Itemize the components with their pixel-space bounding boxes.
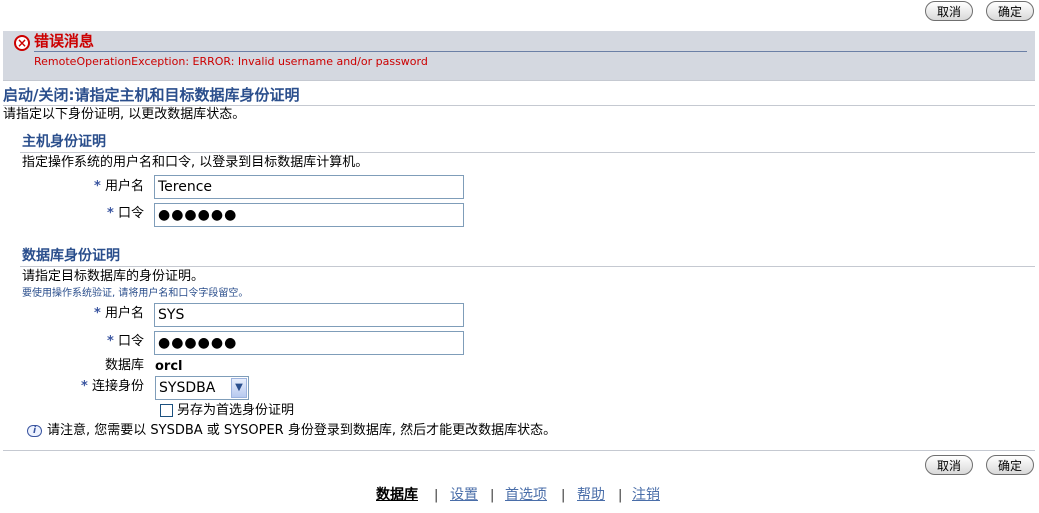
page-title: 启动/关闭:请指定主机和目标数据库身份证明 [3,86,300,104]
ok-button-top[interactable]: 确定 [986,1,1034,21]
connect-as-label: * 连接身份 [60,378,144,396]
required-mark: * [94,306,101,321]
db-note: 请注意, 您需要以 SYSDBA 或 SYSOPER 身份登录到数据库, 然后才… [47,423,557,438]
footer-link-logout[interactable]: 注销 [632,487,660,503]
footer-separator: | [561,488,566,503]
required-mark: * [81,379,88,394]
error-x-icon: × [14,35,30,51]
connect-as-value: SYSDBA [159,380,216,396]
db-password-label-text: 口令 [117,334,144,349]
db-password-input[interactable]: ●●●●●● [154,331,464,355]
database-value: orcl [155,359,183,374]
connect-as-label-text: 连接身份 [91,379,144,394]
footer-nav-preferences[interactable]: 首选项 [505,486,547,504]
host-username-label: * 用户名 [60,178,144,196]
host-username-input[interactable]: Terence [154,175,464,199]
required-mark: * [94,179,101,194]
db-section-title: 数据库身份证明 [22,248,120,264]
host-username-label-text: 用户名 [104,179,144,194]
host-section-divider [20,152,1035,153]
footer-separator: | [618,488,623,503]
ok-button-bottom[interactable]: 确定 [986,455,1034,475]
error-text: RemoteOperationException: ERROR: Invalid… [34,55,428,68]
db-hint: 要使用操作系统验证, 请将用户名和口令字段留空。 [22,288,249,299]
connect-as-select[interactable]: SYSDBA ▼ [155,376,249,400]
footer-separator: | [434,488,439,503]
footer-link-setup[interactable]: 设置 [450,487,478,503]
footer-separator: | [490,488,495,503]
page-intro: 请指定以下身份证明, 以更改数据库状态。 [3,107,246,122]
db-username-label-text: 用户名 [104,306,144,321]
db-password-label: * 口令 [60,333,144,351]
host-description: 指定操作系统的用户名和口令, 以登录到目标数据库计算机。 [22,155,369,170]
footer-nav-setup[interactable]: 设置 [450,486,478,504]
footer-link-preferences[interactable]: 首选项 [505,487,547,503]
footer-nav-logout[interactable]: 注销 [632,486,660,504]
required-mark: * [107,206,114,221]
host-password-label-text: 口令 [117,206,144,221]
db-username-input[interactable]: SYS [154,303,464,327]
host-password-label: * 口令 [60,205,144,223]
error-divider [34,51,1027,52]
host-section-title: 主机身份证明 [22,134,106,150]
footer-link-help[interactable]: 帮助 [577,487,605,503]
save-preferred-label[interactable]: 另存为首选身份证明 [177,403,294,419]
title-divider [3,105,1035,106]
host-password-input[interactable]: ●●●●●● [154,203,464,227]
db-section-divider [20,266,1035,267]
db-description: 请指定目标数据库的身份证明。 [22,269,205,284]
footer-nav-help[interactable]: 帮助 [577,486,605,504]
error-title: 错误消息 [34,32,95,50]
database-label: 数据库 [104,358,144,373]
info-icon: i [27,425,42,437]
footer-nav-database[interactable]: 数据库 [376,486,418,504]
footer-divider [3,450,1035,451]
chevron-down-icon[interactable]: ▼ [231,378,247,398]
save-preferred-checkbox[interactable] [160,404,173,417]
db-username-label: * 用户名 [60,305,144,323]
cancel-button-top[interactable]: 取消 [925,1,973,21]
cancel-button-bottom[interactable]: 取消 [925,455,973,475]
error-message-box: × 错误消息 RemoteOperationException: ERROR: … [3,31,1035,81]
required-mark: * [107,334,114,349]
